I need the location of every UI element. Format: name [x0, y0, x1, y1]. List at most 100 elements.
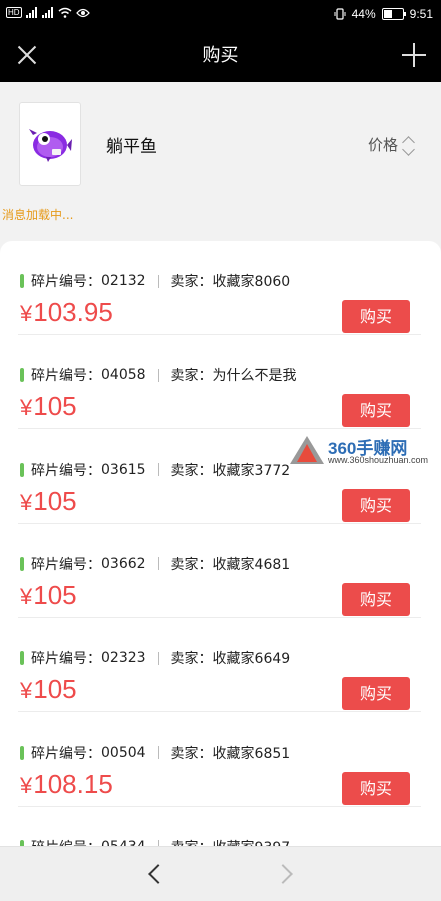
tag-bar [20, 556, 24, 571]
fragment-label: 碎片编号： [31, 651, 101, 668]
seller-name: 为什么不是我 [212, 368, 297, 385]
seller-label: 卖家： [170, 745, 213, 762]
price: ¥105 [20, 674, 77, 705]
vibrate-icon [334, 8, 346, 20]
listing-meta: 碎片编号： 03615 卖家： 收藏家3772 [20, 460, 290, 480]
price-value: 105 [33, 391, 77, 422]
seller-name: 收藏家6851 [212, 745, 291, 762]
price-value: 105 [33, 579, 77, 610]
tag-bar [20, 745, 24, 760]
fragment-label: 碎片编号： [31, 837, 101, 846]
listing-row[interactable]: 碎片编号： 02323 卖家： 收藏家6649 ¥105 购买 [0, 618, 441, 713]
back-chevron-icon[interactable] [148, 864, 168, 884]
title-bar: 购买 [0, 30, 441, 82]
seller-label: 卖家： [170, 651, 213, 668]
tag-bar [20, 368, 24, 383]
price: ¥105 [20, 391, 77, 422]
watermark-url: www.360shouzhuan.com [328, 455, 429, 465]
battery-percent: 44% [351, 7, 376, 21]
listing-meta: 碎片编号： 00504 卖家： 收藏家6851 [20, 743, 290, 763]
tag-bar [20, 651, 24, 666]
sort-arrows-icon [402, 135, 415, 156]
fragment-number: 03615 [101, 461, 146, 478]
divider [157, 557, 159, 571]
seller-name: 收藏家6649 [212, 651, 291, 668]
status-left: HD [6, 7, 90, 18]
fish-image [29, 129, 72, 162]
listing-row[interactable]: 碎片编号： 04058 卖家： 为什么不是我 ¥105 购买 [0, 335, 441, 430]
product-header: 躺平鱼 价格 消息加载中... [0, 82, 441, 242]
listing-row[interactable]: 碎片编号： 00504 卖家： 收藏家6851 ¥108.15 购买 [0, 713, 441, 807]
loading-text: 消息加载中... [2, 208, 74, 222]
logo-inner-icon [297, 444, 317, 462]
currency-symbol: ¥ [20, 395, 33, 421]
sort-by-price[interactable]: 价格 [367, 134, 415, 156]
buy-button[interactable]: 购买 [342, 394, 410, 428]
hd-icon: HD [6, 7, 22, 18]
buy-button[interactable]: 购买 [342, 582, 410, 616]
status-right: 44% 9:51 [334, 7, 433, 21]
buy-button[interactable]: 购买 [342, 771, 410, 805]
fragment-label: 碎片编号： [31, 274, 101, 290]
wifi-icon [58, 7, 72, 18]
listing-meta: 碎片编号： 02323 卖家： 收藏家6649 [20, 648, 290, 668]
seller-name: 收藏家8060 [212, 274, 291, 290]
product-name: 躺平鱼 [106, 137, 157, 157]
listing-row[interactable]: 碎片编号： 02132 卖家： 收藏家8060 ¥103.95 购买 [0, 241, 441, 335]
currency-symbol: ¥ [20, 301, 33, 326]
fragment-label: 碎片编号： [31, 462, 101, 479]
price-value: 105 [33, 485, 77, 516]
listing-row[interactable]: 碎片编号： 03662 卖家： 收藏家4681 ¥105 购买 [0, 524, 441, 618]
fragment-label: 碎片编号： [31, 556, 101, 573]
currency-symbol: ¥ [20, 489, 33, 515]
currency-symbol: ¥ [20, 772, 33, 798]
fragment-number: 00504 [101, 744, 146, 761]
seller-label: 卖家： [170, 462, 213, 479]
divider [157, 463, 159, 477]
signal-4g-icon [41, 7, 54, 18]
buy-button[interactable]: 购买 [342, 488, 410, 522]
tag-bar [20, 274, 24, 288]
listing-row[interactable]: 碎片编号：05434 卖家：收藏家9397 [0, 807, 441, 846]
seller-name: 收藏家4681 [212, 556, 291, 573]
fragment-number: 02323 [101, 650, 146, 667]
price: ¥103.95 [20, 297, 113, 328]
product-thumbnail[interactable] [19, 102, 81, 186]
sort-label: 价格 [367, 136, 398, 154]
listing-meta: 碎片编号： 03662 卖家： 收藏家4681 [20, 554, 290, 574]
buy-button[interactable]: 购买 [342, 677, 410, 711]
seller-name: 收藏家3772 [212, 462, 291, 479]
listing-meta: 碎片编号： 04058 卖家： 为什么不是我 [20, 365, 297, 385]
seller-label: 卖家： [170, 368, 213, 385]
status-bar: HD 44% 9:51 [0, 0, 441, 30]
divider [157, 368, 159, 382]
listing-list: 碎片编号： 02132 卖家： 收藏家8060 ¥103.95 购买 碎片编号： 04058 卖… [0, 241, 441, 846]
battery-icon [381, 8, 406, 20]
price-value: 105 [33, 674, 77, 705]
eye-icon [75, 8, 90, 17]
bottom-nav [0, 846, 441, 901]
price: ¥105 [20, 486, 77, 517]
seller-label: 卖家： [171, 837, 213, 846]
price-value: 108.15 [33, 768, 113, 799]
listing-meta: 碎片编号：05434 卖家：收藏家9397 [20, 837, 290, 846]
price-value: 103.95 [33, 297, 113, 327]
page-title: 购买 [202, 45, 239, 66]
divider [157, 746, 159, 759]
price: ¥105 [20, 580, 77, 611]
currency-symbol: ¥ [20, 583, 33, 609]
signal-4g-icon [25, 7, 38, 18]
fragment-number: 02132 [101, 273, 146, 289]
clock: 9:51 [409, 7, 433, 21]
fragment-label: 碎片编号： [31, 368, 101, 385]
listing-meta: 碎片编号： 02132 卖家： 收藏家8060 [20, 271, 290, 291]
add-icon[interactable] [399, 40, 429, 70]
forward-chevron-icon[interactable] [273, 864, 293, 884]
fragment-number: 03662 [101, 555, 146, 572]
fragment-label: 碎片编号： [31, 745, 101, 762]
seller-label: 卖家： [170, 274, 213, 290]
fragment-number: 04058 [101, 367, 146, 384]
buy-button[interactable]: 购买 [342, 300, 410, 333]
tag-bar [20, 462, 24, 477]
divider [157, 651, 159, 665]
